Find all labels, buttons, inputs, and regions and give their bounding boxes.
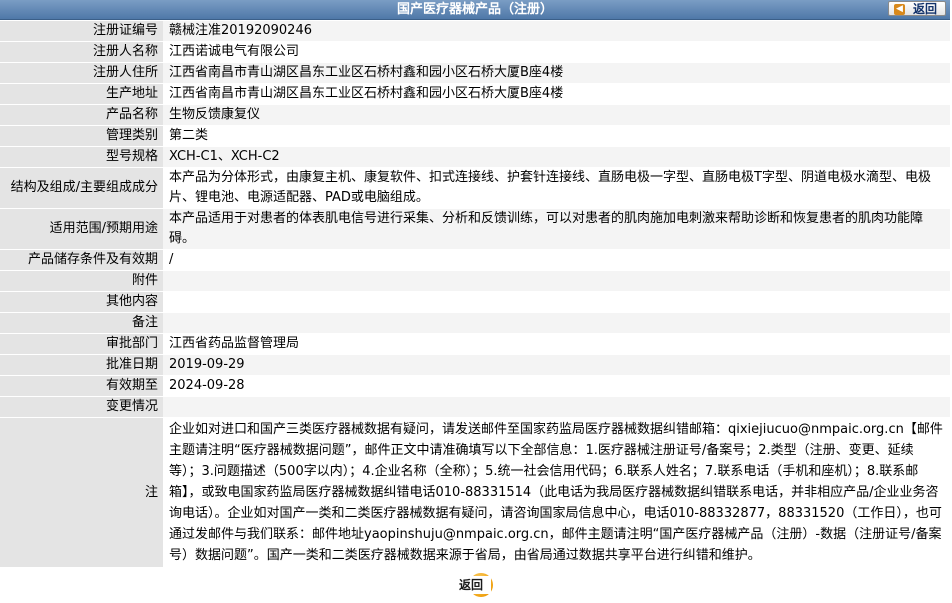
row-value: 本产品为分体形式，由康复主机、康复软件、扣式连接线、护套针连接线、直肠电极一字型… (163, 167, 950, 209)
back-button-top[interactable]: ◀ 返回 (888, 1, 946, 16)
row-value: 本产品适用于对患者的体表肌电信号进行采集、分析和反馈训练，可以对患者的肌肉施加电… (163, 208, 950, 250)
row-label: 型号规格 (0, 146, 163, 168)
row-label: 注册证编号 (0, 20, 163, 42)
row-label: 生产地址 (0, 83, 163, 105)
detail-table: 注册证编号 赣械注准20192090246 注册人名称 江西诺诚电气有限公司 注册人住所… (0, 20, 950, 567)
row-value (163, 312, 950, 334)
footer: 返回 (0, 567, 950, 601)
page-title: 国产医疗器械产品（注册） (396, 2, 553, 17)
row-value: 生物反馈康复仪 (163, 104, 950, 126)
row-value: 赣械注准20192090246 (163, 20, 950, 42)
row-label: 产品储存条件及有效期 (0, 249, 163, 271)
table-row: 备注 (0, 312, 950, 334)
row-label: 审批部门 (0, 333, 163, 355)
table-row: 注册证编号 赣械注准20192090246 (0, 20, 950, 42)
table-row: 注册人住所 江西省南昌市青山湖区昌东工业区石桥村鑫和园小区石桥大厦B座4楼 (0, 62, 950, 84)
row-value: XCH-C1、XCH-C2 (163, 146, 950, 168)
title-bar: 国产医疗器械产品（注册） ◀ 返回 (0, 0, 950, 20)
row-label: 产品名称 (0, 104, 163, 126)
back-arrow-icon: ◀ (894, 4, 905, 15)
table-row: 其他内容 (0, 291, 950, 313)
row-label: 批准日期 (0, 354, 163, 376)
table-row: 有效期至 2024-09-28 (0, 375, 950, 397)
row-label: 附件 (0, 270, 163, 292)
table-row: 管理类别 第二类 (0, 125, 950, 147)
back-button-bottom-label: 返回 (451, 576, 491, 594)
table-row: 变更情况 (0, 396, 950, 418)
note-text: 企业如对进口和国产三类医疗器械数据有疑问，请发送邮件至国家药监局医疗器械数据纠错… (163, 417, 950, 567)
row-label: 结构及组成/主要组成成分 (0, 167, 163, 209)
row-value: / (163, 249, 950, 271)
table-row: 附件 (0, 270, 950, 292)
row-value: 江西省南昌市青山湖区昌东工业区石桥村鑫和园小区石桥大厦B座4楼 (163, 62, 950, 84)
table-row: 批准日期 2019-09-29 (0, 354, 950, 376)
table-row: 审批部门 江西省药品监督管理局 (0, 333, 950, 355)
table-row: 注册人名称 江西诺诚电气有限公司 (0, 41, 950, 63)
row-label: 管理类别 (0, 125, 163, 147)
table-row: 产品储存条件及有效期 / (0, 249, 950, 271)
back-button-top-label: 返回 (912, 2, 937, 16)
row-label: 备注 (0, 312, 163, 334)
row-value: 第二类 (163, 125, 950, 147)
row-label: 其他内容 (0, 291, 163, 313)
note-row: 注企业如对进口和国产三类医疗器械数据有疑问，请发送邮件至国家药监局医疗器械数据纠… (0, 417, 950, 567)
table-row: 产品名称 生物反馈康复仪 (0, 104, 950, 126)
registration-detail-page: 国产医疗器械产品（注册） ◀ 返回 注册证编号 赣械注准20192090246 注册… (0, 0, 950, 601)
row-value: 江西诺诚电气有限公司 (163, 41, 950, 63)
row-label: 注册人名称 (0, 41, 163, 63)
row-label: 注册人住所 (0, 62, 163, 84)
table-row: 适用范围/预期用途 本产品适用于对患者的体表肌电信号进行采集、分析和反馈训练，可以… (0, 208, 950, 250)
table-row: 结构及组成/主要组成成分 本产品为分体形式，由康复主机、康复软件、扣式连接线、护套… (0, 167, 950, 209)
row-label: 适用范围/预期用途 (0, 208, 163, 250)
table-row: 生产地址 江西省南昌市青山湖区昌东工业区石桥村鑫和园小区石桥大厦B座4楼 (0, 83, 950, 105)
row-value: 2019-09-29 (163, 354, 950, 376)
row-value: 江西省南昌市青山湖区昌东工业区石桥村鑫和园小区石桥大厦B座4楼 (163, 83, 950, 105)
row-value (163, 291, 950, 313)
row-value (163, 396, 950, 418)
table-row: 型号规格 XCH-C1、XCH-C2 (0, 146, 950, 168)
back-button-bottom[interactable]: 返回 (451, 573, 499, 597)
row-label: 变更情况 (0, 396, 163, 418)
row-value (163, 270, 950, 292)
note-label: 注 (0, 417, 163, 567)
row-label: 有效期至 (0, 375, 163, 397)
row-value: 2024-09-28 (163, 375, 950, 397)
row-value: 江西省药品监督管理局 (163, 333, 950, 355)
